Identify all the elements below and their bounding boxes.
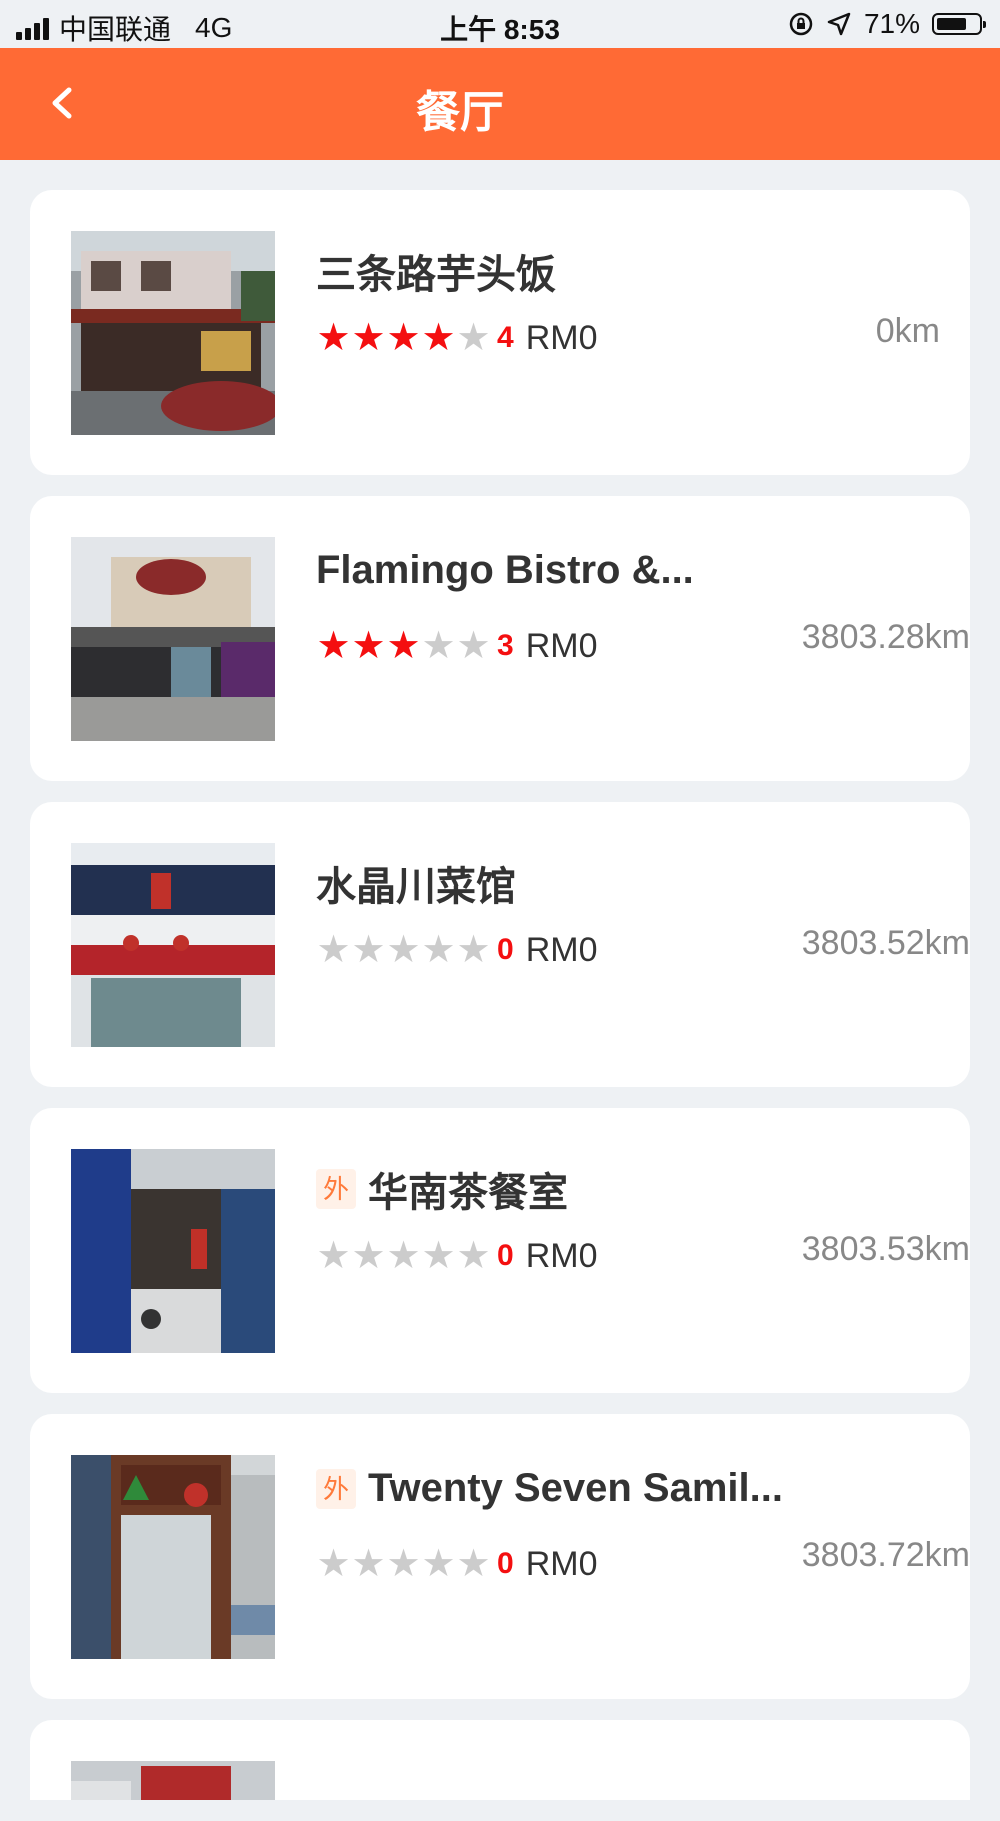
battery-icon (932, 13, 986, 35)
star-icon: ★ (421, 929, 456, 971)
star-icon: ★ (421, 625, 456, 667)
star-icon: ★ (316, 317, 351, 359)
rating-row: ★ ★ ★ ★ ★ 3 RM0 (316, 626, 597, 666)
rating-score: 3 (497, 629, 514, 662)
rating-score: 4 (497, 321, 514, 354)
star-icon: ★ (316, 625, 351, 667)
nav-bar: 餐厅 (0, 48, 1000, 160)
star-rating: ★ ★ ★ ★ ★ (316, 318, 491, 358)
star-rating: ★ ★ ★ ★ ★ (316, 930, 491, 970)
restaurant-photo (71, 843, 275, 1047)
restaurant-name: 水晶川菜馆 (316, 854, 516, 912)
restaurant-card[interactable]: 外 华南茶餐室 ★ ★ ★ ★ ★ 0 RM0 3803.53km (30, 1108, 970, 1393)
price-label: RM0 (525, 930, 598, 969)
price-label: RM0 (525, 1544, 598, 1583)
star-rating: ★ ★ ★ ★ ★ (316, 626, 491, 666)
status-right: 71% (788, 8, 986, 40)
star-icon: ★ (351, 929, 386, 971)
rating-row: ★ ★ ★ ★ ★ 0 RM0 (316, 1544, 597, 1584)
restaurant-name-text: 华南茶餐室 (368, 1171, 568, 1215)
restaurant-card[interactable] (30, 1720, 970, 1800)
rating-score: 0 (497, 1547, 514, 1580)
takeout-badge: 外 (316, 1468, 356, 1509)
restaurant-name: 外 华南茶餐室 (316, 1160, 568, 1218)
star-icon: ★ (456, 1543, 491, 1585)
restaurant-card[interactable]: Flamingo Bistro &... ★ ★ ★ ★ ★ 3 RM0 380… (30, 496, 970, 781)
price-label: RM0 (525, 1236, 598, 1275)
star-icon: ★ (421, 1235, 456, 1277)
distance-label: 3803.28km (801, 618, 970, 656)
star-rating: ★ ★ ★ ★ ★ (316, 1544, 491, 1584)
restaurant-name-text: 水晶川菜馆 (316, 865, 516, 909)
restaurant-photo (71, 537, 275, 741)
restaurant-name: Flamingo Bistro &... (316, 548, 694, 593)
rating-score: 0 (497, 933, 514, 966)
restaurant-name-text: Twenty Seven Samil... (368, 1466, 783, 1510)
star-icon: ★ (386, 1543, 421, 1585)
restaurant-card[interactable]: 三条路芋头饭 ★ ★ ★ ★ ★ 4 RM0 0km (30, 190, 970, 475)
star-icon: ★ (386, 1235, 421, 1277)
rating-row: ★ ★ ★ ★ ★ 0 RM0 (316, 1236, 597, 1276)
star-icon: ★ (456, 317, 491, 359)
battery-percent: 71% (863, 8, 920, 39)
restaurant-photo (71, 1149, 275, 1353)
restaurant-card[interactable]: 外 Twenty Seven Samil... ★ ★ ★ ★ ★ 0 RM0 … (30, 1414, 970, 1699)
star-icon: ★ (386, 317, 421, 359)
restaurant-list: 三条路芋头饭 ★ ★ ★ ★ ★ 4 RM0 0km Flamingo Bist… (30, 190, 970, 1821)
distance-label: 0km (875, 312, 940, 350)
restaurant-photo (71, 1455, 275, 1659)
orientation-lock-icon (789, 12, 813, 36)
star-icon: ★ (316, 1543, 351, 1585)
restaurant-card[interactable]: 水晶川菜馆 ★ ★ ★ ★ ★ 0 RM0 3803.52km (30, 802, 970, 1087)
star-icon: ★ (351, 317, 386, 359)
star-icon: ★ (386, 929, 421, 971)
price-label: RM0 (525, 626, 598, 665)
star-icon: ★ (316, 929, 351, 971)
rating-row: ★ ★ ★ ★ ★ 0 RM0 (316, 930, 597, 970)
rating-row: ★ ★ ★ ★ ★ 4 RM0 (316, 318, 597, 358)
star-icon: ★ (456, 929, 491, 971)
distance-label: 3803.52km (801, 924, 970, 962)
star-icon: ★ (421, 317, 456, 359)
star-icon: ★ (351, 1235, 386, 1277)
star-icon: ★ (351, 625, 386, 667)
restaurant-name-text: Flamingo Bistro &... (316, 548, 694, 592)
price-label: RM0 (525, 318, 598, 357)
restaurant-photo (71, 231, 275, 435)
restaurant-name: 外 Twenty Seven Samil... (316, 1466, 783, 1511)
restaurant-name: 三条路芋头饭 (316, 242, 556, 300)
distance-label: 3803.72km (801, 1536, 970, 1574)
distance-label: 3803.53km (801, 1230, 970, 1268)
rating-score: 0 (497, 1239, 514, 1272)
page-title: 餐厅 (416, 88, 504, 137)
location-arrow-icon (827, 12, 851, 36)
star-icon: ★ (351, 1543, 386, 1585)
restaurant-name-text: 三条路芋头饭 (316, 253, 556, 297)
star-rating: ★ ★ ★ ★ ★ (316, 1236, 491, 1276)
status-bar: 中国联通 4G 上午 8:53 71% (0, 0, 1000, 48)
star-icon: ★ (421, 1543, 456, 1585)
takeout-badge: 外 (316, 1169, 356, 1209)
star-icon: ★ (456, 625, 491, 667)
star-icon: ★ (456, 1235, 491, 1277)
restaurant-photo (71, 1761, 275, 1800)
star-icon: ★ (386, 625, 421, 667)
star-icon: ★ (316, 1235, 351, 1277)
